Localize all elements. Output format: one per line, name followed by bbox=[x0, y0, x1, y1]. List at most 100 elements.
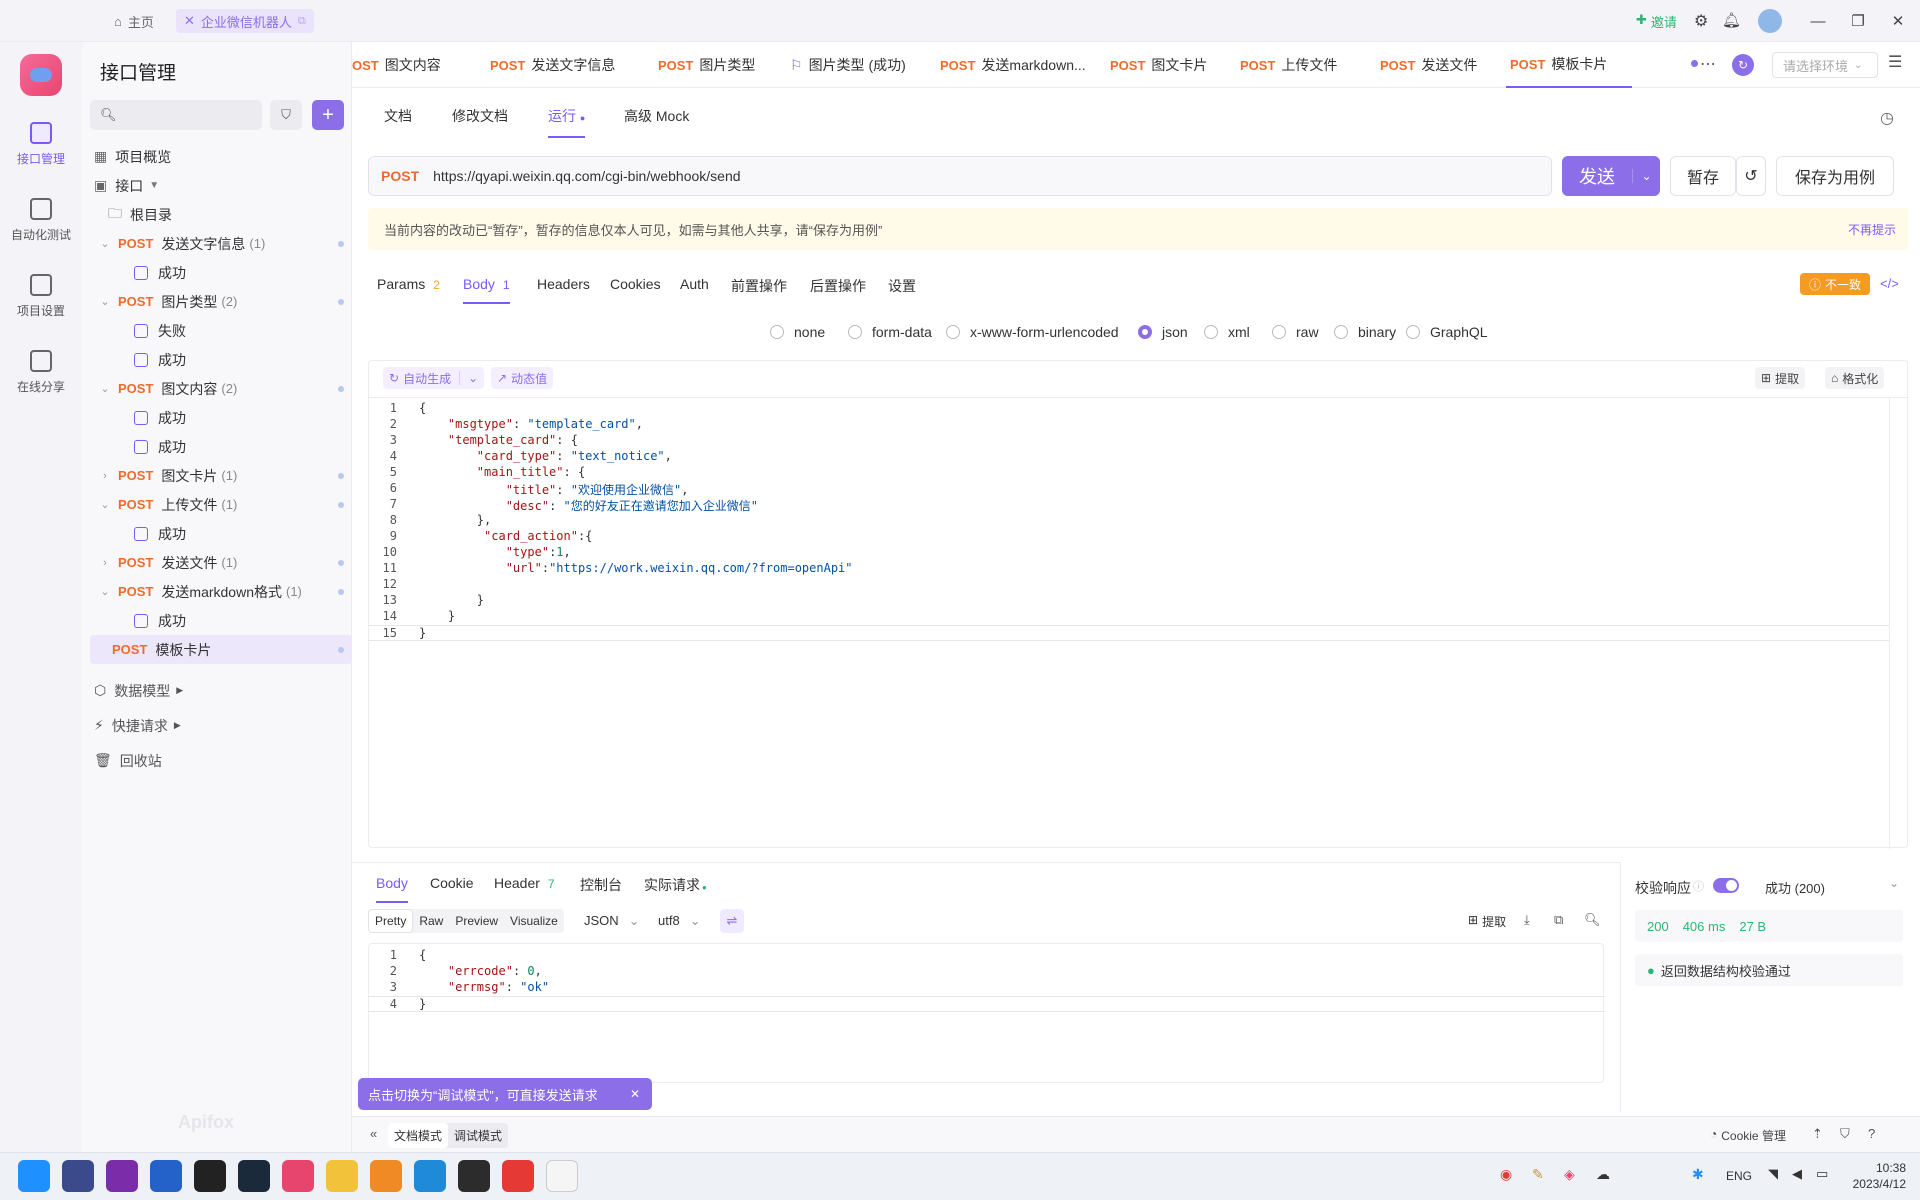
menu-icon[interactable]: ☰ bbox=[1888, 52, 1902, 72]
more-icon[interactable]: ⋯ bbox=[1700, 54, 1716, 74]
upload-icon[interactable]: ⇡ bbox=[1812, 1126, 1823, 1142]
wifi-icon[interactable]: ◥ bbox=[1768, 1166, 1778, 1182]
home-tab[interactable]: ⌂ 主页 bbox=[106, 9, 162, 33]
close-icon[interactable]: ✕ bbox=[630, 1087, 640, 1101]
method-label[interactable]: POST bbox=[381, 168, 419, 184]
send-button[interactable]: 发送 ⌄ bbox=[1562, 156, 1660, 196]
mismatch-badge[interactable]: ⓘ 不一致 bbox=[1800, 273, 1870, 295]
copy-icon[interactable]: ⧉ bbox=[1554, 912, 1563, 928]
url-input[interactable]: https://qyapi.weixin.qq.com/cgi-bin/webh… bbox=[433, 168, 740, 184]
help-icon[interactable]: ? bbox=[1868, 1126, 1875, 1141]
nav-share[interactable]: 在线分享 bbox=[0, 350, 82, 395]
dismiss-link[interactable]: 不再提示 bbox=[1848, 221, 1896, 238]
response-tab[interactable]: Body bbox=[376, 875, 408, 903]
avatar[interactable] bbox=[1758, 9, 1782, 33]
tab-后置操作[interactable]: 后置操作 bbox=[810, 276, 866, 296]
close-icon[interactable]: ✕ bbox=[184, 13, 195, 29]
battery-icon[interactable]: ▭ bbox=[1816, 1166, 1828, 1182]
tab-前置操作[interactable]: 前置操作 bbox=[731, 276, 787, 296]
body-type-form-data[interactable]: form-data bbox=[848, 324, 932, 340]
validate-toggle[interactable] bbox=[1713, 878, 1739, 893]
chevron-down-icon[interactable]: ⌄ bbox=[459, 371, 478, 385]
sidebar-item-data-model[interactable]: ⬡ 数据模型 ▶ bbox=[90, 676, 352, 705]
sidebar-sub-item[interactable]: 成功 bbox=[90, 606, 352, 635]
nav-api-manage[interactable]: 接口管理 bbox=[0, 122, 82, 167]
volume-icon[interactable]: ◀ bbox=[1792, 1166, 1802, 1182]
nav-auto-test[interactable]: 自动化测试 bbox=[0, 198, 82, 243]
request-tab[interactable]: POST 发送markdown... bbox=[936, 42, 1086, 88]
code-icon[interactable]: </> bbox=[1880, 276, 1899, 291]
language-indicator[interactable]: ENG bbox=[1726, 1169, 1752, 1183]
save-temp-button[interactable]: 暂存 bbox=[1670, 156, 1736, 196]
request-tab[interactable]: POST 图文卡片 bbox=[1106, 42, 1207, 88]
encoding-select[interactable]: utf8 ⌄ bbox=[658, 913, 701, 929]
minimize-icon[interactable]: — bbox=[1800, 8, 1836, 34]
tab-run[interactable]: 运行 ● bbox=[548, 106, 586, 138]
help-icon[interactable]: ⓘ bbox=[1693, 878, 1704, 894]
tab-设置[interactable]: 设置 bbox=[888, 276, 916, 296]
response-extract-button[interactable]: ⊞ 提取 bbox=[1468, 913, 1506, 930]
restore-icon[interactable]: ❐ bbox=[1840, 8, 1876, 34]
request-tab[interactable]: POST 发送文件 bbox=[1376, 42, 1477, 88]
tab-doc[interactable]: 文档 bbox=[384, 106, 412, 126]
tab-advanced-mock[interactable]: 高级 Mock bbox=[624, 106, 689, 126]
external-link-icon[interactable]: ⧉ bbox=[298, 15, 306, 28]
chevron-down-icon[interactable]: ⌄ bbox=[98, 295, 112, 308]
tab-edit-doc[interactable]: 修改文档 bbox=[452, 106, 508, 126]
collapse-icon[interactable]: « bbox=[370, 1126, 377, 1141]
view-preview[interactable]: Preview bbox=[449, 909, 504, 933]
sidebar-sub-item[interactable]: 失败 bbox=[90, 316, 352, 345]
sidebar-item-api-entry[interactable]: POST 模板卡片 bbox=[90, 635, 352, 664]
sidebar-item-api-entry[interactable]: ⌄ POST 发送文字信息 (1) bbox=[90, 229, 352, 258]
sidebar-item-root[interactable]: 🗀 根目录 bbox=[90, 200, 352, 229]
body-type-x-www-form-urlencoded[interactable]: x-www-form-urlencoded bbox=[946, 324, 1119, 340]
download-icon[interactable]: ⤓ bbox=[1524, 912, 1530, 928]
sidebar-sub-item[interactable]: 成功 bbox=[90, 432, 352, 461]
code-editor-icon[interactable] bbox=[238, 1160, 270, 1192]
format-button[interactable]: ⌂ 格式化 bbox=[1825, 367, 1885, 389]
request-tab[interactable]: OST 图文内容 bbox=[352, 42, 441, 88]
view-raw[interactable]: Raw bbox=[413, 909, 449, 933]
doc-mode-button[interactable]: 文档模式 bbox=[388, 1123, 449, 1148]
sidebar-item-quick-request[interactable]: ⚡︎ 快捷请求 ▶ bbox=[90, 711, 352, 740]
edge-icon[interactable] bbox=[414, 1160, 446, 1192]
refresh-env-icon[interactable]: ↻ bbox=[1732, 54, 1754, 76]
revert-button[interactable]: ↺ bbox=[1736, 156, 1766, 196]
scrollbar[interactable] bbox=[1889, 397, 1890, 849]
sidebar-item-overview[interactable]: ▦ 项目概览 bbox=[90, 142, 352, 171]
debug-mode-button[interactable]: 调试模式 bbox=[448, 1123, 508, 1148]
view-pretty[interactable]: Pretty bbox=[368, 909, 414, 933]
tray-icon[interactable]: ✎ bbox=[1532, 1166, 1544, 1183]
chevron-down-icon[interactable]: ⌄ bbox=[98, 498, 112, 511]
request-tab[interactable]: POST 图片类型 bbox=[654, 42, 755, 88]
chevron-down-icon[interactable]: ⌄ bbox=[98, 585, 112, 598]
chevron-down-icon[interactable]: ⌄ bbox=[1889, 876, 1899, 890]
filter-button[interactable]: ⛉ bbox=[270, 100, 302, 130]
request-tab[interactable]: ⚐ 图片类型 (成功) bbox=[786, 42, 906, 88]
sidebar-sub-item[interactable]: 成功 bbox=[90, 519, 352, 548]
response-tab[interactable]: 实际请求 ● bbox=[644, 875, 707, 895]
sidebar-item-api[interactable]: ▣ 接口 ▼ bbox=[90, 171, 352, 200]
request-tab[interactable]: POST 发送文字信息 bbox=[486, 42, 615, 88]
project-tab[interactable]: ✕ 企业微信机器人 ⧉ bbox=[176, 9, 314, 33]
tab-body[interactable]: Body 1 bbox=[463, 276, 510, 304]
body-type-none[interactable]: none bbox=[770, 324, 825, 340]
extract-button[interactable]: ⊞ 提取 bbox=[1755, 367, 1806, 389]
chevron-down-icon[interactable]: ⌄ bbox=[98, 237, 112, 250]
response-tab[interactable]: Header 7 bbox=[494, 875, 555, 891]
response-tab[interactable]: 控制台 bbox=[580, 875, 622, 895]
save-case-button[interactable]: 保存为用例 bbox=[1776, 156, 1894, 196]
url-bar[interactable]: POST https://qyapi.weixin.qq.com/cgi-bin… bbox=[368, 156, 1552, 196]
store-icon[interactable] bbox=[150, 1160, 182, 1192]
body-editor[interactable]: ↻ 自动生成 ⌄ ↗ 动态值 ⊞ 提取 ⌂ 格式化 1{2 "msgtype":… bbox=[368, 360, 1909, 849]
sidebar-item-api-entry[interactable]: ⌄ POST 图片类型 (2) bbox=[90, 287, 352, 316]
start-icon[interactable] bbox=[18, 1160, 50, 1192]
chevron-down-icon[interactable]: ⌄ bbox=[98, 382, 112, 395]
sidebar-item-api-entry[interactable]: › POST 图文卡片 (1) bbox=[90, 461, 352, 490]
body-type-graphql[interactable]: GraphQL bbox=[1406, 324, 1488, 340]
onenote-icon[interactable] bbox=[106, 1160, 138, 1192]
tray-icon[interactable]: ◉ bbox=[1500, 1166, 1512, 1183]
sidebar-sub-item[interactable]: 成功 bbox=[90, 258, 352, 287]
body-type-json[interactable]: json bbox=[1138, 324, 1188, 340]
validate-result[interactable]: 成功 (200) bbox=[1765, 878, 1825, 897]
